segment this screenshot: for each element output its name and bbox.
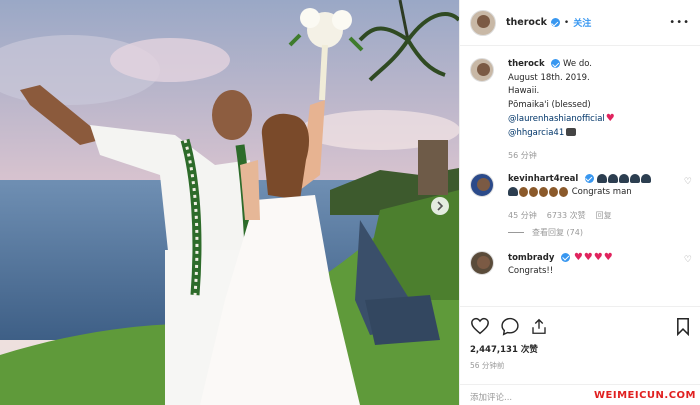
comments-section: therock We do. August 18th. 2019. Hawaii… [470, 58, 694, 279]
post-photo[interactable] [0, 0, 459, 405]
comment-likes[interactable]: 6733 次赞 [547, 209, 586, 223]
like-count[interactable]: 2,447,131 次赞 [470, 343, 690, 355]
more-options-icon[interactable]: ••• [669, 17, 690, 28]
share-icon[interactable] [530, 317, 548, 336]
mention-link[interactable]: @laurenhashianofficial [508, 114, 605, 124]
like-comment-heart-icon[interactable]: ♡ [684, 177, 692, 187]
caption-username[interactable]: therock [508, 59, 545, 69]
caption-line: August 18th. 2019. [508, 72, 590, 83]
heart-emoji-icon: ♥ [583, 251, 593, 263]
heart-emoji-icon: ♥ [603, 251, 613, 263]
instagram-post-view: therock • 关注 ••• therock We do. August 1… [0, 0, 700, 405]
separator-dot: • [563, 17, 570, 28]
next-photo-button[interactable] [431, 197, 449, 215]
verified-badge-icon [551, 59, 561, 68]
comment-item: tombrady ♥♥♥♥ Congrats!! ♡ [470, 250, 694, 279]
comment-username[interactable]: kevinhart4real [508, 174, 578, 184]
verified-badge-icon [584, 173, 594, 183]
caption-meta: 56 分钟 [508, 149, 615, 163]
follow-button[interactable]: 关注 [573, 16, 591, 29]
person-emoji-icon [508, 187, 518, 196]
heart-emoji-icon: ♥ [573, 251, 583, 263]
avatar[interactable] [470, 9, 496, 36]
view-replies-label: 查看回复 (74) [532, 228, 583, 237]
comment-time[interactable]: 45 分钟 [508, 209, 537, 223]
heart-emoji-icon: ♥ [605, 113, 615, 124]
caption-time[interactable]: 56 分钟 [508, 149, 537, 163]
face-emoji-icon [519, 186, 528, 197]
comment-item: kevinhart4real Congrats man 45 分钟 6733 次… [470, 172, 694, 240]
action-icons [470, 313, 690, 339]
like-heart-icon[interactable] [470, 317, 490, 335]
chevron-right-icon [437, 201, 444, 211]
post-author-username[interactable]: therock [506, 17, 547, 28]
caption-line: Pōmaika'i (blessed) [508, 99, 591, 110]
comment-bubble-icon[interactable] [500, 317, 520, 336]
person-emoji-icon [596, 173, 607, 183]
post-side-panel: therock • 关注 ••• therock We do. August 1… [459, 0, 700, 405]
person-emoji-icon [618, 173, 629, 183]
avatar[interactable] [470, 172, 494, 197]
post-header: therock • 关注 ••• [460, 0, 700, 46]
wedding-photo-illustration [0, 0, 459, 405]
face-emoji-icon [539, 186, 548, 197]
person-emoji-icon [629, 173, 640, 183]
person-emoji-icon [640, 173, 651, 183]
view-replies-button[interactable]: 查看回复 (74) [508, 226, 652, 240]
verified-badge-icon [561, 252, 571, 262]
caption-line: Hawaii. [508, 86, 540, 96]
emoji-row [508, 186, 569, 200]
post-time[interactable]: 56 分钟前 [470, 360, 690, 371]
watermark-text: WEIMEICUN.COM [593, 390, 696, 401]
caption-line: We do. [563, 59, 593, 69]
action-bar: 2,447,131 次赞 56 分钟前 [460, 306, 700, 371]
comment-text: Congrats man [571, 187, 632, 197]
verified-badge-icon [550, 18, 560, 27]
emoji-row [596, 173, 652, 187]
person-emoji-icon [607, 173, 618, 183]
avatar[interactable] [470, 58, 494, 82]
face-emoji-icon [559, 186, 568, 197]
comment-meta: 45 分钟 6733 次赞 回复 [508, 209, 652, 223]
avatar[interactable] [470, 250, 494, 275]
camera-emoji-icon [566, 128, 577, 136]
divider [508, 232, 524, 234]
heart-emoji-icon: ♥ [593, 251, 603, 263]
caption: therock We do. August 18th. 2019. Hawaii… [470, 58, 694, 163]
comment-username[interactable]: tombrady [508, 253, 554, 263]
comment-text: Congrats!! [508, 266, 554, 276]
like-comment-heart-icon[interactable]: ♡ [684, 255, 692, 265]
face-emoji-icon [549, 186, 558, 197]
reply-button[interactable]: 回复 [596, 209, 612, 223]
mention-link[interactable]: @hhgarcia41 [508, 128, 564, 138]
bookmark-icon[interactable] [676, 317, 690, 336]
face-emoji-icon [529, 186, 538, 197]
